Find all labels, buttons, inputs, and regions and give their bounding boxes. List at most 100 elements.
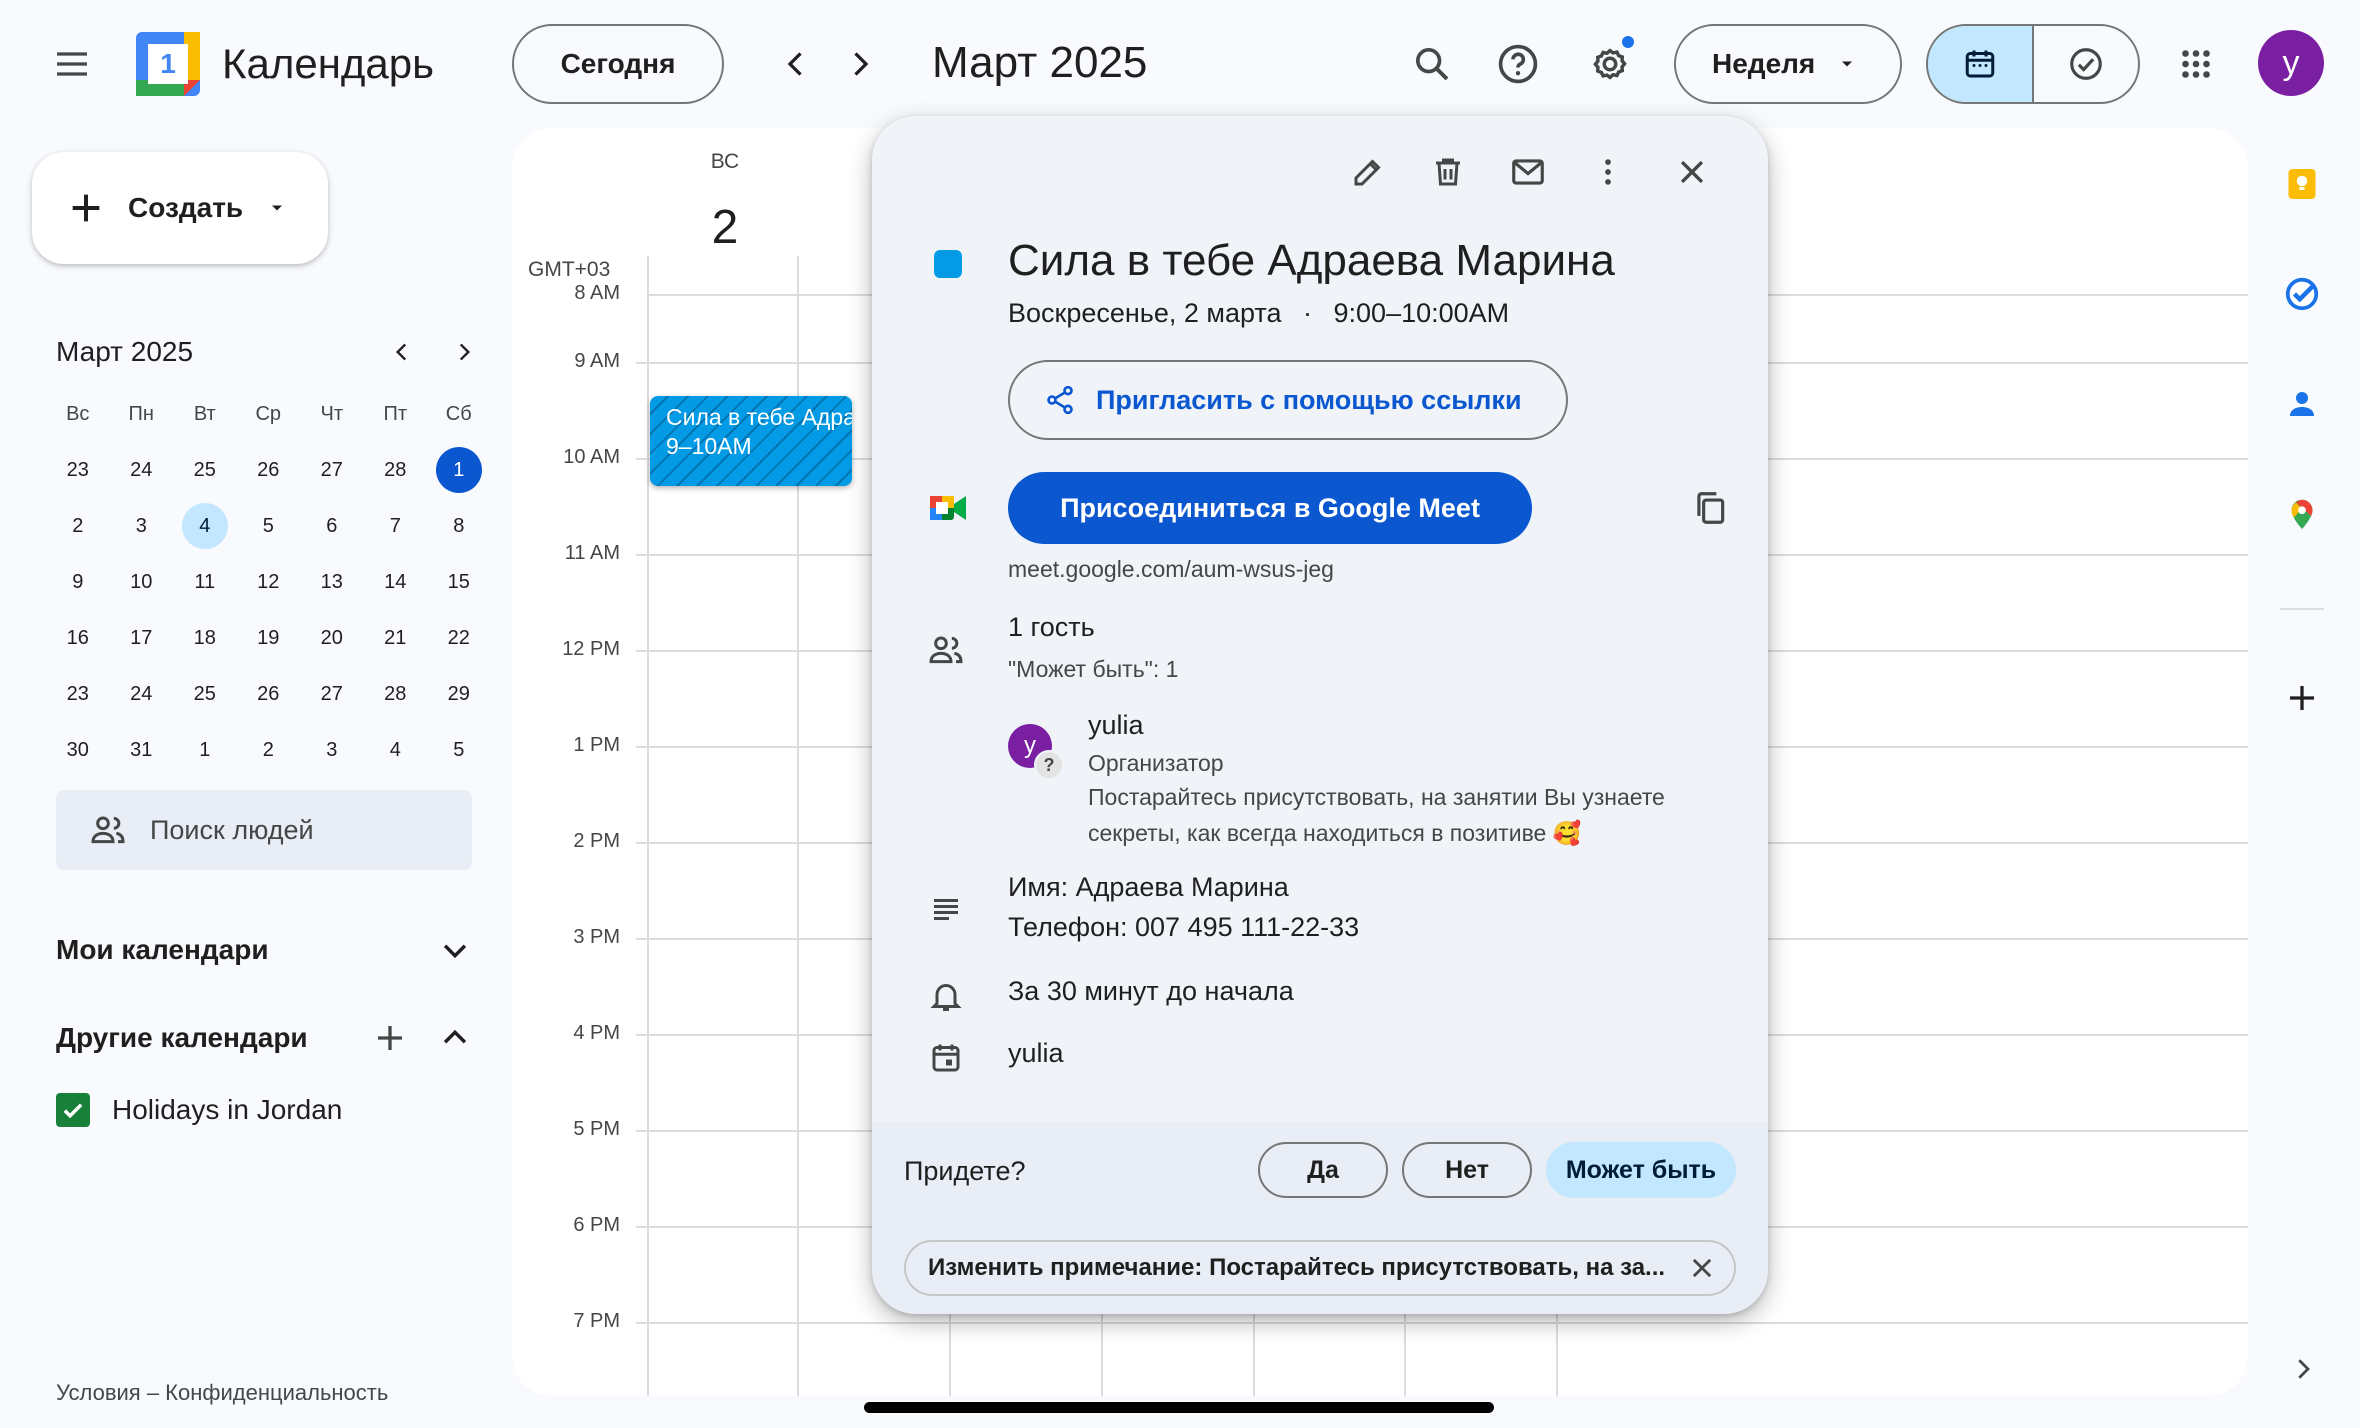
calendar-logo-icon: 1 xyxy=(136,32,200,96)
help-icon[interactable] xyxy=(1482,28,1554,100)
other-calendars-header[interactable]: Другие календари xyxy=(56,1018,472,1058)
mini-day-cell[interactable]: 7 xyxy=(364,498,428,554)
mini-day-cell[interactable]: 27 xyxy=(300,666,364,722)
calendar-event[interactable]: Сила в тебе Адраева Марина 9–10AM xyxy=(650,396,852,486)
mini-day-cell[interactable]: 24 xyxy=(110,666,174,722)
mini-day-cell[interactable]: 19 xyxy=(237,610,301,666)
my-calendars-header[interactable]: Мои календари xyxy=(56,930,472,970)
meet-url[interactable]: meet.google.com/aum-wsus-jeg xyxy=(1008,556,1334,583)
mini-day-cell[interactable]: 2 xyxy=(237,722,301,778)
checkbox-checked-icon[interactable] xyxy=(56,1093,90,1127)
mini-day-cell[interactable]: 10 xyxy=(110,554,174,610)
remove-note-icon[interactable] xyxy=(1688,1254,1716,1282)
contacts-icon[interactable] xyxy=(2284,386,2320,422)
edit-pencil-icon[interactable] xyxy=(1332,136,1404,208)
mini-day-cell[interactable]: 1 xyxy=(427,442,491,498)
mini-day-number: 24 xyxy=(130,682,153,705)
mini-day-number: 12 xyxy=(257,570,280,593)
mini-day-cell[interactable]: 14 xyxy=(364,554,428,610)
rsvp-yes-button[interactable]: Да xyxy=(1258,1142,1388,1198)
tasks-icon[interactable] xyxy=(2284,276,2320,312)
note-chip[interactable]: Изменить примечание: Постарайтесь присут… xyxy=(904,1240,1736,1296)
mini-day-cell[interactable]: 4 xyxy=(173,498,237,554)
view-select[interactable]: Неделя xyxy=(1674,24,1902,104)
calendar-view-button[interactable] xyxy=(1928,26,2034,102)
add-calendar-icon[interactable] xyxy=(372,1020,408,1056)
mini-day-cell[interactable]: 5 xyxy=(427,722,491,778)
copy-icon[interactable] xyxy=(1674,472,1746,544)
mini-day-cell[interactable]: 12 xyxy=(237,554,301,610)
footer-links[interactable]: Условия – Конфиденциальность xyxy=(56,1380,388,1406)
previous-period-button[interactable] xyxy=(760,28,832,100)
mini-day-cell[interactable]: 23 xyxy=(46,442,110,498)
mini-day-number: 7 xyxy=(389,514,401,537)
hour-label: 6 PM xyxy=(573,1214,620,1236)
mini-day-number: 30 xyxy=(66,738,89,761)
mini-day-cell[interactable]: 28 xyxy=(364,442,428,498)
mini-day-cell[interactable]: 17 xyxy=(110,610,174,666)
mini-day-cell[interactable]: 26 xyxy=(237,442,301,498)
settings-gear-icon[interactable] xyxy=(1574,28,1646,100)
main-menu-icon[interactable] xyxy=(36,28,108,100)
create-button[interactable]: Создать xyxy=(32,152,328,264)
calendar-item-holidays[interactable]: Holidays in Jordan xyxy=(56,1090,342,1130)
app-title[interactable]: Календарь xyxy=(222,40,434,88)
mini-day-cell[interactable]: 3 xyxy=(110,498,174,554)
day-number[interactable]: 2 xyxy=(685,200,765,255)
mini-day-cell[interactable]: 20 xyxy=(300,610,364,666)
mini-day-cell[interactable]: 24 xyxy=(110,442,174,498)
guests-maybe-count: "Может быть": 1 xyxy=(1008,656,1179,682)
mini-prev-month-button[interactable] xyxy=(380,330,424,374)
mini-day-cell[interactable]: 30 xyxy=(46,722,110,778)
rsvp-maybe-button[interactable]: Может быть xyxy=(1546,1142,1736,1198)
join-meet-button[interactable]: Присоединиться в Google Meet xyxy=(1008,472,1532,544)
mini-day-cell[interactable]: 28 xyxy=(364,666,428,722)
mini-day-cell[interactable]: 4 xyxy=(364,722,428,778)
search-people-input[interactable]: Поиск людей xyxy=(56,790,472,870)
mini-day-cell[interactable]: 8 xyxy=(427,498,491,554)
mini-day-cell[interactable]: 11 xyxy=(173,554,237,610)
mini-day-cell[interactable]: 29 xyxy=(427,666,491,722)
mini-day-cell[interactable]: 2 xyxy=(46,498,110,554)
chevron-up-icon[interactable] xyxy=(438,1021,472,1055)
today-button[interactable]: Сегодня xyxy=(512,24,724,104)
mini-day-cell[interactable]: 25 xyxy=(173,666,237,722)
mini-day-cell[interactable]: 21 xyxy=(364,610,428,666)
mini-day-cell[interactable]: 3 xyxy=(300,722,364,778)
delete-trash-icon[interactable] xyxy=(1412,136,1484,208)
popup-event-datetime: Воскресенье, 2 марта · 9:00–10:00AM xyxy=(1008,298,1509,329)
mini-day-cell[interactable]: 27 xyxy=(300,442,364,498)
add-addon-icon[interactable] xyxy=(2284,680,2320,716)
email-envelope-icon[interactable] xyxy=(1492,136,1564,208)
close-icon[interactable] xyxy=(1656,136,1728,208)
maps-icon[interactable] xyxy=(2284,496,2320,532)
mini-day-number: 22 xyxy=(447,626,470,649)
invite-link-button[interactable]: Пригласить с помощью ссылки xyxy=(1008,360,1568,440)
expand-panel-icon[interactable] xyxy=(2288,1354,2318,1384)
next-period-button[interactable] xyxy=(824,28,896,100)
mini-day-cell[interactable]: 31 xyxy=(110,722,174,778)
keep-icon[interactable] xyxy=(2284,166,2320,202)
mini-day-cell[interactable]: 1 xyxy=(173,722,237,778)
mini-day-number: 5 xyxy=(262,514,274,537)
hour-label: 9 AM xyxy=(574,350,620,372)
mini-day-cell[interactable]: 18 xyxy=(173,610,237,666)
mini-day-cell[interactable]: 25 xyxy=(173,442,237,498)
mini-day-cell[interactable]: 23 xyxy=(46,666,110,722)
mini-day-cell[interactable]: 6 xyxy=(300,498,364,554)
rsvp-no-button[interactable]: Нет xyxy=(1402,1142,1532,1198)
search-icon[interactable] xyxy=(1396,28,1468,100)
apps-grid-icon[interactable] xyxy=(2160,28,2232,100)
mini-next-month-button[interactable] xyxy=(442,330,486,374)
mini-calendar-grid: Вс Пн Вт Ср Чт Пт Сб 23 24 25 26 27 28 1 2 3 4 5 6 7 8 9 10 11 1… xyxy=(46,386,491,778)
mini-day-cell[interactable]: 22 xyxy=(427,610,491,666)
mini-day-cell[interactable]: 13 xyxy=(300,554,364,610)
mini-day-cell[interactable]: 9 xyxy=(46,554,110,610)
mini-day-cell[interactable]: 5 xyxy=(237,498,301,554)
mini-day-cell[interactable]: 26 xyxy=(237,666,301,722)
account-avatar[interactable]: y xyxy=(2258,30,2324,96)
mini-day-cell[interactable]: 15 xyxy=(427,554,491,610)
tasks-view-button[interactable] xyxy=(2034,26,2138,102)
more-options-icon[interactable] xyxy=(1572,136,1644,208)
mini-day-cell[interactable]: 16 xyxy=(46,610,110,666)
